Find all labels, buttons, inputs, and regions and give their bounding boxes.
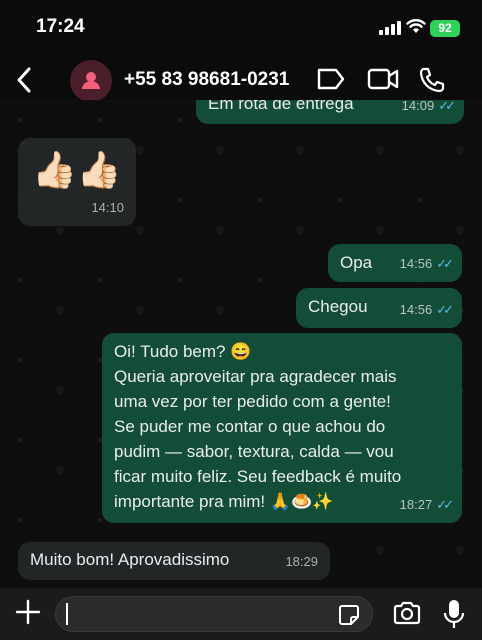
- message-bubble-outgoing[interactable]: Oi! Tudo bem? 😄 Queria aproveitar pra ag…: [102, 333, 462, 523]
- message-time: 18:29: [285, 554, 318, 569]
- message-time: 14:56: [399, 302, 433, 317]
- message-bubble-outgoing[interactable]: Em rota de entrega 14:09 ✓✓: [196, 100, 464, 124]
- sticker-icon[interactable]: [338, 604, 360, 626]
- chat-area[interactable]: Em rota de entrega 14:09 ✓✓ 👍🏻👍🏻 14:10 Op…: [0, 100, 482, 588]
- message-line: ficar muito feliz. Seu feedback é muito: [114, 467, 402, 486]
- person-icon: [82, 72, 100, 89]
- message-bubble-outgoing[interactable]: Chegou 14:56 ✓✓: [296, 288, 462, 328]
- battery-icon: 92: [430, 20, 460, 37]
- text-cursor: [66, 603, 68, 625]
- back-arrow-icon[interactable]: [12, 65, 38, 95]
- video-call-icon[interactable]: [367, 66, 399, 92]
- wifi-icon: [406, 19, 426, 33]
- message-bubble-incoming[interactable]: Muito bom! Aprovadissimo 18:29: [18, 542, 330, 580]
- message-time: 14:10: [91, 200, 124, 215]
- read-receipt-icon: ✓✓: [436, 256, 454, 271]
- message-input[interactable]: [55, 596, 373, 632]
- microphone-icon[interactable]: [443, 598, 465, 630]
- read-receipt-icon: ✓✓: [436, 497, 454, 512]
- message-time: 14:56: [399, 256, 433, 271]
- message-text: Chegou: [308, 297, 368, 316]
- message-meta: 14:56 ✓✓: [399, 252, 454, 276]
- status-bar: 17:24 92: [0, 0, 482, 52]
- message-text: Em rota de entrega: [208, 100, 354, 113]
- camera-icon[interactable]: [392, 600, 422, 626]
- message-line: uma vez por ter pedido com a gente!: [114, 392, 391, 411]
- message-line: Queria aproveitar pra agradecer mais: [114, 367, 397, 386]
- message-bubble-incoming[interactable]: 👍🏻👍🏻 14:10: [18, 138, 136, 226]
- message-line: Se puder me contar o que achou do: [114, 417, 386, 436]
- phone-call-icon[interactable]: [418, 66, 446, 94]
- status-time: 17:24: [36, 16, 85, 37]
- message-meta: 18:27 ✓✓: [399, 493, 454, 517]
- message-text: Muito bom! Aprovadissimo: [30, 550, 230, 569]
- message-line: Oi! Tudo bem? 😄: [114, 342, 252, 361]
- message-line: pudim — sabor, textura, calda — vou: [114, 442, 394, 461]
- label-tag-icon[interactable]: [316, 66, 346, 92]
- emoji-message: 👍🏻👍🏻: [32, 149, 122, 190]
- message-time: 18:27: [399, 497, 433, 512]
- contact-name[interactable]: +55 83 98681-0231: [124, 69, 289, 91]
- composer-bar: [0, 588, 482, 640]
- plus-icon[interactable]: [14, 598, 42, 626]
- message-bubble-outgoing[interactable]: Opa 14:56 ✓✓: [328, 244, 462, 282]
- message-time: 14:09: [401, 100, 435, 113]
- message-line: importante pra mim! 🙏🍮✨: [114, 492, 334, 511]
- message-meta: 14:09 ✓✓: [401, 100, 456, 118]
- message-text: Opa: [340, 253, 373, 272]
- read-receipt-icon: ✓✓: [438, 100, 456, 113]
- read-receipt-icon: ✓✓: [436, 302, 454, 317]
- message-meta: 14:56 ✓✓: [399, 298, 454, 322]
- avatar[interactable]: [70, 60, 112, 102]
- signal-icon: [379, 21, 401, 35]
